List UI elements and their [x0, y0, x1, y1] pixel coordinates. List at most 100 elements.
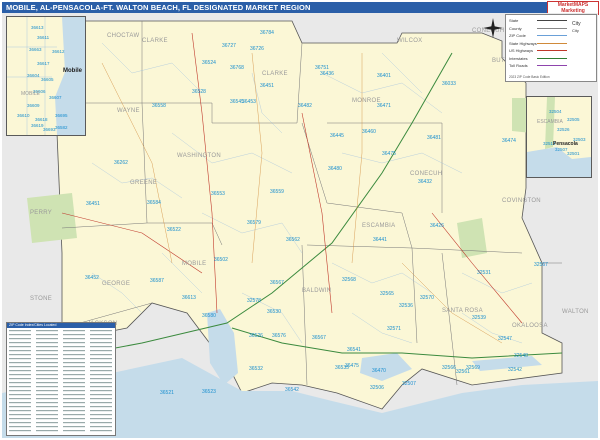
zip-index-row	[9, 382, 31, 384]
zip-label: 36452	[85, 275, 99, 281]
zip-code-index: ZIP Code Index/Cities Located	[6, 322, 116, 436]
legend-item: County	[509, 26, 567, 31]
zip-index-row	[9, 354, 31, 356]
zip-index-row	[63, 414, 85, 416]
inset-zip-label: 36695	[55, 113, 68, 118]
inset-zip-label: 36693	[43, 127, 56, 132]
zip-index-row	[9, 414, 31, 416]
county-label: CLARKE	[262, 71, 288, 77]
legend-item-label: State Highways	[509, 40, 537, 46]
zip-label: 36262	[114, 160, 128, 166]
zip-label: 32506	[370, 385, 384, 391]
zip-label: 36475	[382, 151, 396, 157]
inset-zip-label: 32501	[567, 151, 580, 156]
zip-index-row	[90, 402, 112, 404]
zip-index-row	[90, 410, 112, 412]
zip-index-row	[36, 346, 58, 348]
zip-index-row	[36, 390, 58, 392]
inset-zip-label: 36613	[31, 25, 44, 30]
zip-index-row	[9, 398, 31, 400]
zip-label: 36482	[298, 103, 312, 109]
zip-index-row	[36, 378, 58, 380]
map-title: MOBILE, AL-PENSACOLA-FT. WALTON BEACH, F…	[2, 2, 598, 13]
zip-index-row	[9, 366, 31, 368]
zip-index-row	[9, 426, 31, 428]
zip-index-row	[36, 330, 58, 332]
city-symbol-label: City	[572, 21, 581, 27]
zip-index-row	[9, 422, 31, 424]
zip-index-row	[36, 430, 58, 432]
legend-item-label: Interstates	[509, 55, 528, 61]
county-label: PERRY	[30, 210, 53, 216]
zip-index-row	[63, 358, 85, 360]
county-label: GREENE	[130, 180, 158, 186]
county-label: WALTON	[562, 309, 589, 315]
zip-index-row	[36, 338, 58, 340]
zip-index-row	[63, 366, 85, 368]
county-label: CONECUH	[410, 171, 443, 177]
zip-index-row	[90, 390, 112, 392]
forest-area	[457, 218, 487, 258]
zip-index-row	[36, 366, 58, 368]
zip-label: 32567	[534, 262, 548, 268]
zip-label: 36401	[377, 73, 391, 79]
zip-index-row	[36, 358, 58, 360]
legend-item-label: US Highways	[509, 48, 534, 53]
zip-index-row	[36, 406, 58, 408]
zip-index-row	[90, 334, 112, 336]
zip-index-row	[63, 390, 85, 392]
zip-index-row	[90, 398, 112, 400]
legend-swatch	[537, 35, 567, 36]
zip-index-row	[90, 394, 112, 396]
zip-label: 36451	[260, 83, 274, 89]
zip-index-row	[63, 362, 85, 364]
legend-item: US Highways	[509, 48, 567, 53]
zip-index-row	[9, 406, 31, 408]
zip-index-row	[63, 398, 85, 400]
zip-label: 36033	[442, 81, 456, 87]
pensacola-inset-map[interactable]: 32504 32505 32526 32503 32514 32507 32501 Pensa…	[526, 96, 592, 178]
zip-label: 36768	[230, 65, 244, 71]
zip-index-row	[63, 394, 85, 396]
county-label: WILCOX	[397, 38, 423, 44]
zip-index-row	[36, 350, 58, 352]
zip-index-row	[9, 362, 31, 364]
zip-index-row	[63, 402, 85, 404]
zip-index-row	[9, 334, 31, 336]
zip-label: 36453	[242, 99, 256, 105]
zip-index-row	[9, 330, 31, 332]
zip-label: 32507	[402, 381, 416, 387]
zip-index-row	[36, 410, 58, 412]
inset-zip-label: 36612	[52, 49, 65, 54]
zip-index-row	[90, 342, 112, 344]
county-label: CHOCTAW	[107, 33, 140, 39]
zip-label: 36532	[249, 366, 263, 372]
zip-label: 32536	[399, 303, 413, 309]
inset-zip-label: 36609	[27, 103, 40, 108]
inset-zip-label: 32505	[567, 117, 580, 122]
zip-index-row	[90, 350, 112, 352]
zip-label: 36567	[270, 280, 284, 286]
legend-item-label: Toll Roads	[509, 63, 528, 68]
zip-index-row	[36, 414, 58, 416]
zip-label: 36562	[286, 237, 300, 243]
city-symbol-label-2: City	[572, 28, 579, 33]
zip-label: 36470	[372, 368, 386, 374]
mobile-inset-map[interactable]: 36613 36611 36663 36612 36617 36604 36605 36606…	[6, 16, 86, 136]
zip-index-row	[90, 366, 112, 368]
inset-zip-label: 36607	[49, 95, 62, 100]
inset-zip-label: 36663	[29, 47, 42, 52]
zip-label: 36542	[285, 387, 299, 393]
zip-index-row	[9, 394, 31, 396]
zip-label: 36558	[152, 103, 166, 109]
zip-label: 36432	[418, 179, 432, 185]
zip-index-row	[90, 346, 112, 348]
inset-zip-label: 36618	[35, 117, 48, 122]
zip-index-row	[90, 418, 112, 420]
zip-label: 36475	[345, 363, 359, 369]
zip-index-row	[36, 382, 58, 384]
zip-index-row	[36, 418, 58, 420]
zip-label: 32561	[456, 369, 470, 375]
zip-label: 32539	[472, 315, 486, 321]
zip-index-row	[36, 398, 58, 400]
